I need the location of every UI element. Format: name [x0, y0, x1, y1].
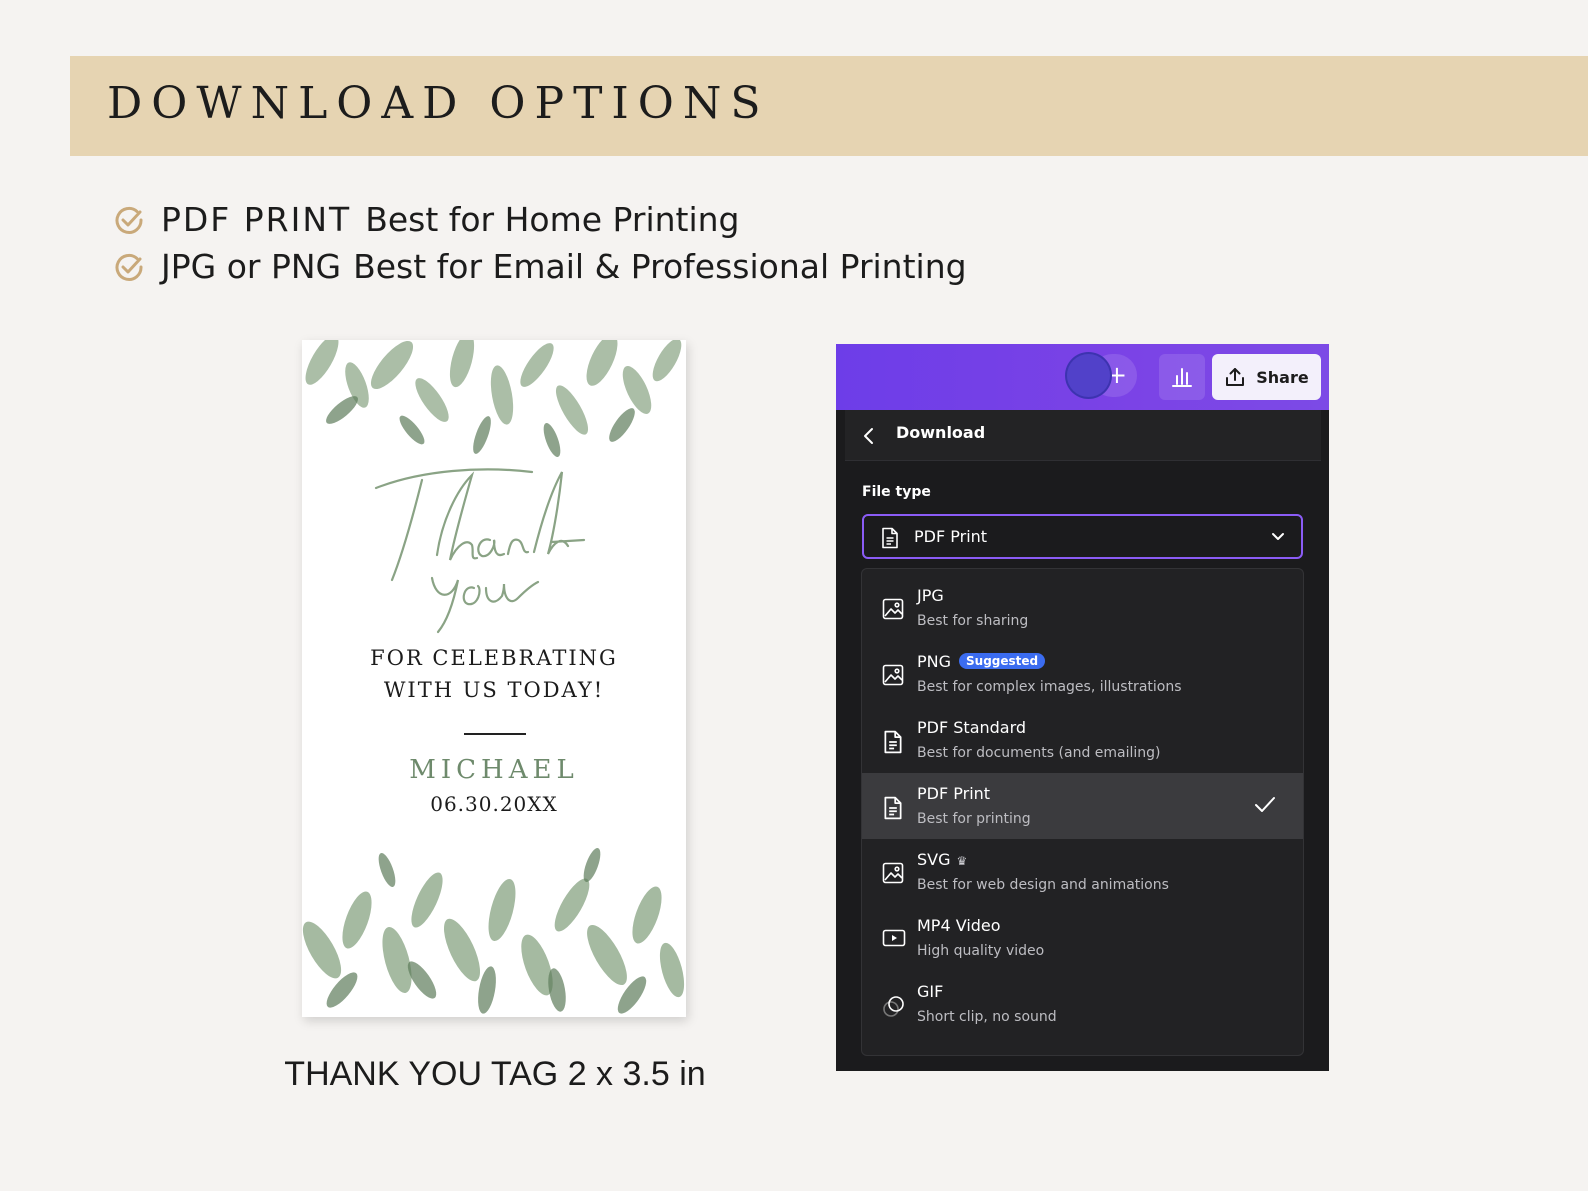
gif-icon: [883, 996, 904, 1017]
option-desc: Best for documents (and emailing): [917, 745, 1161, 761]
file-type-select[interactable]: PDF Print: [862, 514, 1303, 559]
tag-name: MICHAEL: [409, 755, 579, 785]
document-icon: [884, 730, 902, 754]
tag-divider: [464, 733, 526, 735]
feature-list: PDF PRINT Best for Home Printing JPG or …: [113, 196, 967, 290]
analytics-button[interactable]: [1159, 354, 1205, 400]
feature-item: JPG or PNG Best for Email & Professional…: [113, 243, 967, 290]
back-chevron-icon[interactable]: [861, 427, 877, 445]
option-gif[interactable]: GIF Short clip, no sound: [862, 971, 1303, 1037]
image-icon: [882, 598, 904, 620]
option-desc: Best for printing: [917, 811, 1031, 827]
image-icon: [882, 664, 904, 686]
tag-caption-title: THANK YOU TAG: [284, 1055, 559, 1093]
tag-date: 06.30.20XX: [430, 792, 558, 816]
share-label: Share: [1256, 367, 1309, 387]
page-title: DOWNLOAD OPTIONS: [107, 78, 770, 129]
option-mp4-video[interactable]: MP4 Video High quality video: [862, 905, 1303, 971]
option-name: MP4 Video: [917, 916, 1001, 935]
document-icon: [882, 527, 898, 549]
option-desc: Best for complex images, illustrations: [917, 679, 1182, 695]
option-jpg[interactable]: JPG Best for sharing: [862, 575, 1303, 641]
option-svg[interactable]: SVG ♛ Best for web design and animations: [862, 839, 1303, 905]
file-type-dropdown: JPG Best for sharing PNG Suggested Best f…: [861, 568, 1304, 1056]
top-leaves-illustration: [305, 340, 682, 458]
video-icon: [882, 929, 906, 947]
option-name: SVG: [917, 850, 951, 869]
document-icon: [884, 796, 902, 820]
option-desc: High quality video: [917, 943, 1045, 959]
editor-topbar: + Share: [836, 344, 1329, 410]
file-type-value: PDF Print: [914, 527, 988, 546]
thank-you-tag-preview: FOR CELEBRATING WITH US TODAY! MICHAEL 0…: [302, 340, 686, 1017]
option-name: PNG: [917, 652, 952, 671]
thank-you-script-text: [374, 468, 586, 634]
chevron-down-icon: [1272, 533, 1284, 540]
option-name-row: PNG Suggested: [917, 652, 1046, 671]
option-pdf-standard[interactable]: PDF Standard Best for documents (and ema…: [862, 707, 1303, 773]
option-desc: Best for web design and animations: [917, 877, 1169, 893]
download-header: Download: [845, 410, 1321, 461]
feature-desc: Best for Email & Professional Printing: [353, 247, 967, 286]
image-icon: [882, 862, 904, 884]
suggested-badge: Suggested: [959, 653, 1046, 669]
crown-icon: ♛: [956, 854, 968, 868]
bar-chart-icon: [1172, 368, 1192, 387]
download-panel: + Share Download File type PDF Print JPG…: [836, 344, 1329, 1071]
check-circle-icon: [115, 206, 143, 234]
bottom-leaves-illustration: [302, 847, 685, 1014]
option-name: PDF Standard: [917, 718, 1027, 737]
tag-message-line1: FOR CELEBRATING: [370, 646, 618, 670]
option-pdf-print[interactable]: PDF Print Best for printing: [862, 773, 1303, 839]
option-name: JPG: [917, 586, 944, 605]
tag-caption-size: 2 x 3.5 in: [567, 1055, 706, 1093]
feature-item: PDF PRINT Best for Home Printing: [113, 196, 967, 243]
file-type-label: File type: [862, 484, 931, 500]
tag-caption: THANK YOU TAG 2 x 3.5 in: [236, 1055, 754, 1094]
feature-title: JPG or PNG: [161, 247, 342, 286]
tag-message-line2: WITH US TODAY!: [383, 678, 605, 702]
check-circle-icon: [115, 253, 143, 281]
option-desc: Best for sharing: [917, 613, 1029, 629]
option-name-row: SVG ♛: [917, 850, 967, 869]
upload-icon: [1226, 368, 1245, 386]
option-name: GIF: [917, 982, 944, 1001]
option-desc: Short clip, no sound: [917, 1009, 1057, 1025]
header-banner: DOWNLOAD OPTIONS: [70, 56, 1588, 156]
option-png[interactable]: PNG Suggested Best for complex images, il…: [862, 641, 1303, 707]
download-title: Download: [896, 423, 986, 442]
share-button[interactable]: Share: [1212, 354, 1321, 400]
feature-title: PDF PRINT: [161, 200, 352, 239]
avatar[interactable]: [1067, 354, 1110, 397]
feature-desc: Best for Home Printing: [365, 200, 740, 239]
checkmark-icon: [1255, 797, 1275, 812]
option-name: PDF Print: [917, 784, 991, 803]
